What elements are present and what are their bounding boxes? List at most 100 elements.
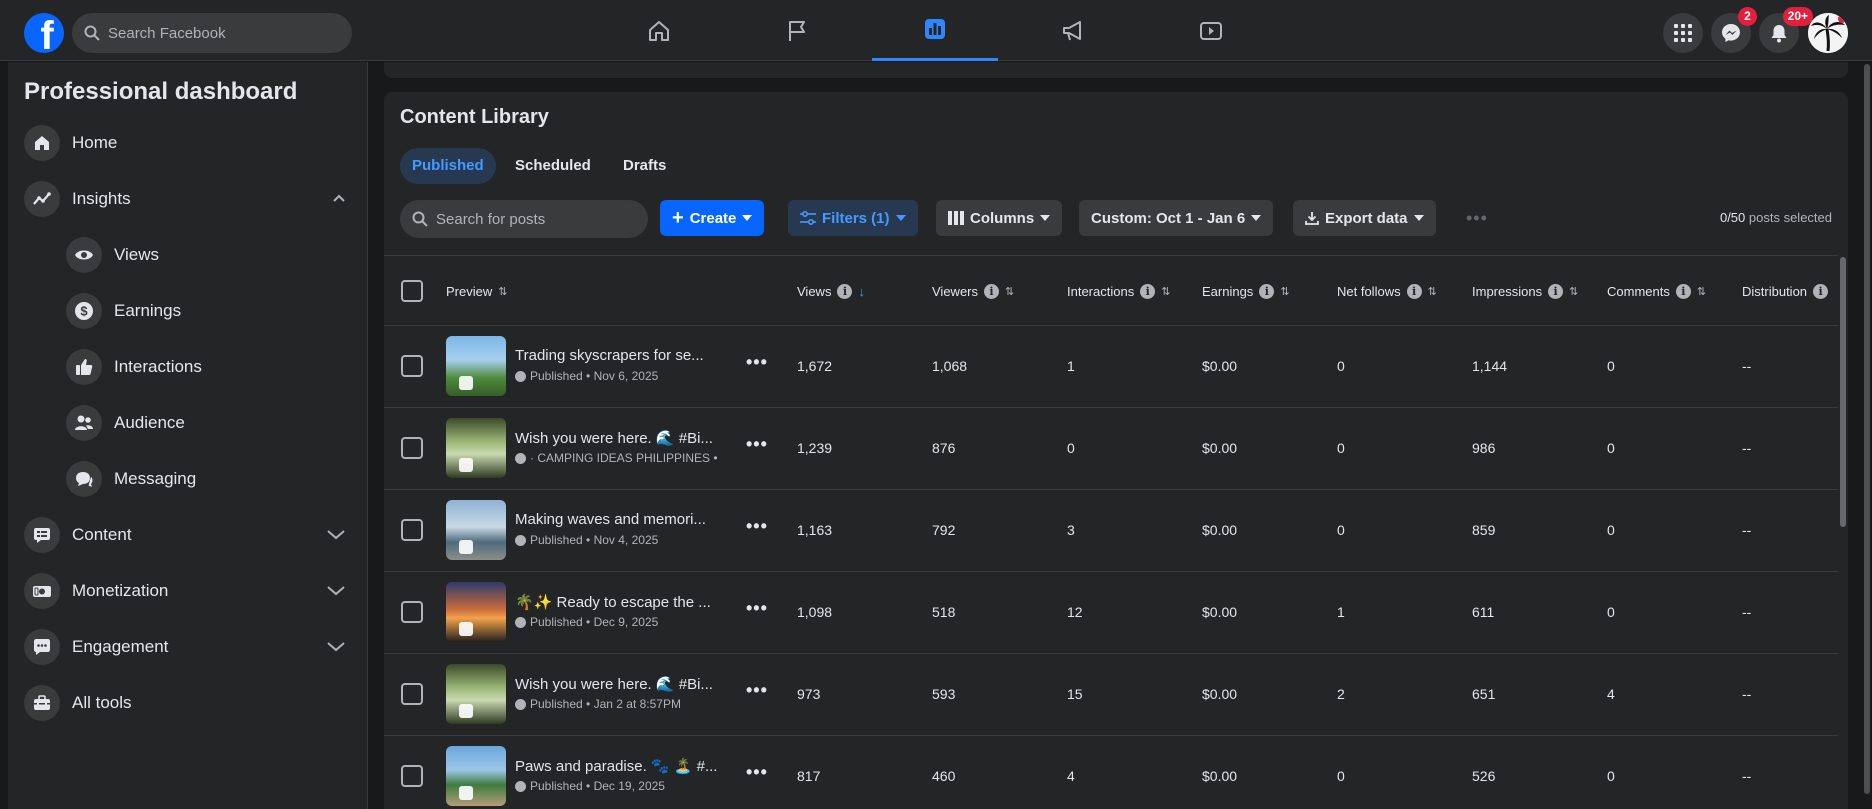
photo-type-icon — [459, 622, 473, 636]
row-checkbox[interactable] — [401, 437, 423, 459]
post-title[interactable]: Making waves and memori... — [515, 511, 721, 528]
nav-tab-ads[interactable] — [1010, 0, 1136, 61]
header-distribution[interactable]: Distribution i — [1742, 256, 1829, 326]
money-icon — [24, 573, 60, 609]
header-views[interactable]: Views i ↓ — [797, 256, 865, 326]
post-thumbnail[interactable] — [446, 664, 506, 724]
row-more-icon[interactable]: ••• — [746, 680, 768, 701]
table-scrollbar[interactable] — [1838, 255, 1848, 809]
sidebar-item-messaging[interactable]: Messaging — [66, 453, 360, 505]
header-net-follows[interactable]: Net follows i ⇅ — [1337, 256, 1437, 326]
globe-icon — [515, 370, 526, 382]
sidebar-item-earnings[interactable]: $ Earnings — [66, 285, 360, 337]
filters-button[interactable]: Filters (1) — [788, 200, 918, 236]
cell-comments: 4 — [1607, 686, 1615, 702]
row-checkbox[interactable] — [401, 601, 423, 623]
create-button[interactable]: + Create — [660, 200, 765, 236]
facebook-search-bar[interactable] — [72, 13, 352, 53]
post-meta: · CAMPING IDEAS PHILIPPINES • — [515, 451, 723, 465]
account-avatar[interactable] — [1808, 13, 1848, 53]
header-interactions[interactable]: Interactions i ⇅ — [1067, 256, 1170, 326]
cell-earnings: $0.00 — [1202, 604, 1238, 620]
sidebar-item-engagement[interactable]: Engagement — [24, 621, 360, 673]
nav-tab-video[interactable] — [1148, 0, 1274, 61]
sidebar-item-content[interactable]: Content — [24, 509, 360, 561]
post-thumbnail[interactable] — [446, 336, 506, 396]
post-title[interactable]: 🌴✨ Ready to escape the ... — [515, 593, 721, 611]
cell-distribution: -- — [1742, 522, 1752, 538]
tab-published[interactable]: Published — [400, 148, 496, 184]
header-comments[interactable]: Comments i ⇅ — [1607, 256, 1706, 326]
cell-views: 973 — [797, 686, 821, 702]
more-options-icon[interactable]: ••• — [1466, 200, 1488, 236]
facebook-logo[interactable]: f — [24, 13, 64, 53]
post-title[interactable]: Trading skyscrapers for se... — [515, 347, 721, 364]
nav-tab-home[interactable] — [596, 0, 722, 61]
sidebar-item-all-tools[interactable]: All tools — [24, 677, 360, 729]
cell-views: 817 — [797, 768, 821, 784]
row-more-icon[interactable]: ••• — [746, 434, 768, 455]
tab-drafts[interactable]: Drafts — [611, 148, 678, 184]
table-header: Preview ⇅ Views i ↓ Viewers i ⇅ Interactions i… — [384, 256, 1848, 326]
dollar-icon: $ — [66, 293, 102, 329]
row-checkbox[interactable] — [401, 355, 423, 377]
table-row[interactable]: Wish you were here. 🌊 #Bi... · CAMPING ID… — [384, 408, 1848, 490]
post-meta: Published • Dec 9, 2025 — [515, 615, 723, 629]
page-scroll-thumb[interactable] — [1864, 64, 1870, 794]
facebook-search-input[interactable] — [108, 24, 328, 42]
row-checkbox[interactable] — [401, 519, 423, 541]
header-preview[interactable]: Preview ⇅ — [446, 256, 507, 326]
row-more-icon[interactable]: ••• — [746, 762, 768, 783]
table-scroll-thumb[interactable] — [1840, 257, 1846, 527]
sidebar-item-insights[interactable]: Insights — [24, 173, 360, 225]
header-viewers[interactable]: Viewers i ⇅ — [932, 256, 1014, 326]
row-more-icon[interactable]: ••• — [746, 352, 768, 373]
header-impressions[interactable]: Impressions i ⇅ — [1472, 256, 1578, 326]
nav-tab-pages[interactable] — [734, 0, 860, 61]
table-row[interactable]: Wish you were here. 🌊 #Bi... Published • … — [384, 654, 1848, 736]
sidebar-item-audience[interactable]: Audience — [66, 397, 360, 449]
post-thumbnail[interactable] — [446, 418, 506, 478]
row-more-icon[interactable]: ••• — [746, 598, 768, 619]
sidebar-item-interactions[interactable]: Interactions — [66, 341, 360, 393]
post-title[interactable]: Wish you were here. 🌊 #Bi... — [515, 429, 721, 447]
export-data-button[interactable]: Export data — [1293, 200, 1436, 236]
table-row[interactable]: Making waves and memori... Published • No… — [384, 490, 1848, 572]
cell-interactions: 1 — [1067, 358, 1075, 374]
post-meta: Published • Jan 2 at 8:57PM — [515, 697, 723, 711]
post-thumbnail[interactable] — [446, 582, 506, 642]
sidebar-item-home[interactable]: Home — [24, 117, 360, 169]
cell-views: 1,098 — [797, 604, 833, 620]
caret-down-icon — [1251, 215, 1262, 221]
post-search[interactable] — [400, 200, 648, 238]
post-thumbnail[interactable] — [446, 500, 506, 560]
columns-icon — [948, 211, 964, 225]
row-more-icon[interactable]: ••• — [746, 516, 768, 537]
messenger-button[interactable]: 2 — [1711, 7, 1757, 53]
notifications-button[interactable]: 20+ — [1759, 7, 1813, 53]
date-range-button[interactable]: Custom: Oct 1 - Jan 6 — [1079, 200, 1274, 236]
page-scrollbar[interactable] — [1862, 62, 1872, 809]
table-row[interactable]: 🌴✨ Ready to escape the ... Published • De… — [384, 572, 1848, 654]
sidebar-item-monetization[interactable]: Monetization — [24, 565, 360, 617]
home-icon — [649, 20, 669, 41]
table-row[interactable]: Paws and paradise. 🐾 🏝️ #... Published • … — [384, 736, 1848, 809]
menu-button[interactable] — [1663, 13, 1703, 53]
post-title[interactable]: Wish you were here. 🌊 #Bi... — [515, 675, 721, 693]
content-library-card: Content Library Published Scheduled Draf… — [384, 92, 1848, 809]
sidebar-item-label: Messaging — [114, 469, 197, 488]
sort-icon: ⇅ — [1569, 285, 1579, 298]
sidebar-item-views[interactable]: Views — [66, 229, 360, 281]
nav-tab-insights[interactable] — [872, 0, 998, 61]
row-checkbox[interactable] — [401, 683, 423, 705]
tab-scheduled[interactable]: Scheduled — [503, 148, 603, 184]
post-thumbnail[interactable] — [446, 746, 506, 806]
header-earnings[interactable]: Earnings i ⇅ — [1202, 256, 1290, 326]
columns-button[interactable]: Columns — [936, 200, 1063, 236]
select-all-checkbox[interactable] — [401, 280, 423, 302]
row-checkbox[interactable] — [401, 765, 423, 787]
table-row[interactable]: Trading skyscrapers for se... Published •… — [384, 326, 1848, 408]
post-title[interactable]: Paws and paradise. 🐾 🏝️ #... — [515, 757, 721, 775]
cell-viewers: 792 — [932, 522, 956, 538]
post-search-input[interactable] — [436, 210, 636, 228]
